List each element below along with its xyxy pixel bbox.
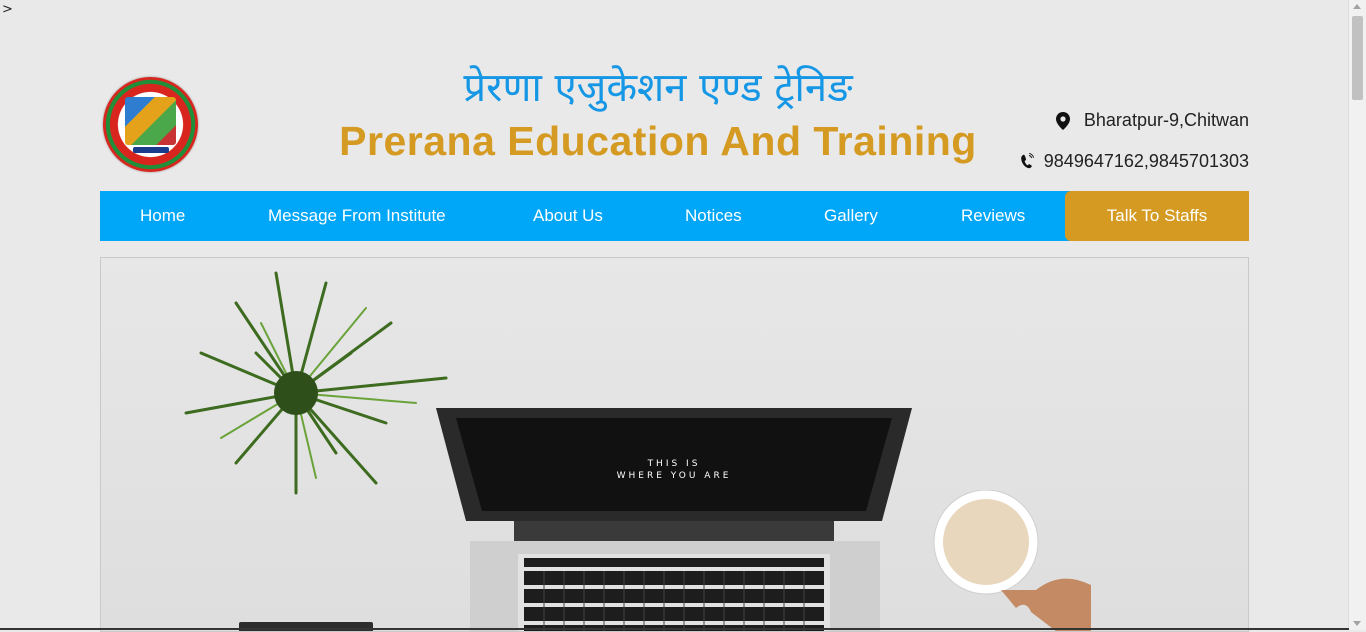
location-pin-icon [1055, 111, 1070, 130]
scrollbar-thumb[interactable] [1352, 16, 1363, 100]
phone-text: 9849647162,9845701303 [1043, 151, 1249, 171]
nav-message-from-institute[interactable]: Message From Institute [268, 206, 446, 226]
scroll-up-arrow-icon[interactable] [1353, 4, 1361, 9]
main-navbar: Home Message From Institute About Us Not… [100, 191, 1249, 241]
nav-gallery[interactable]: Gallery [824, 206, 878, 226]
nav-reviews[interactable]: Reviews [961, 206, 1025, 226]
talk-to-staffs-button[interactable]: Talk To Staffs [1065, 191, 1249, 241]
corner-chevron-icon: > [2, 2, 13, 17]
logo-emblem [125, 97, 176, 145]
coffee-cup-illustration [933, 490, 1091, 631]
notebook-illustration [239, 622, 373, 631]
page-scrollbar[interactable] [1348, 0, 1366, 630]
address-line: Bharatpur-9,Chitwan [1055, 110, 1249, 131]
address-text: Bharatpur-9,Chitwan [1083, 110, 1249, 130]
nav-home[interactable]: Home [140, 206, 185, 226]
nav-notices[interactable]: Notices [685, 206, 742, 226]
institute-logo[interactable] [103, 77, 198, 172]
phone-icon [1020, 152, 1034, 171]
screen-text-line2: WHERE YOU ARE [617, 471, 732, 481]
site-title-nepali: प्रेरणा एजुकेशन एण्ड ट्रेनिङ [463, 65, 853, 111]
plant-illustration [184, 271, 448, 495]
site-title-english: Prerana Education And Training [339, 118, 977, 164]
logo-text-band [133, 147, 169, 153]
laptop-illustration: THIS IS WHERE YOU ARE [436, 408, 912, 631]
hero-banner-image: THIS IS WHERE YOU ARE [100, 257, 1249, 632]
scroll-down-arrow-icon[interactable] [1353, 621, 1361, 626]
nav-about-us[interactable]: About Us [533, 206, 603, 226]
phone-line: 9849647162,9845701303 [1020, 151, 1249, 172]
screen-text-line1: THIS IS [647, 459, 701, 469]
